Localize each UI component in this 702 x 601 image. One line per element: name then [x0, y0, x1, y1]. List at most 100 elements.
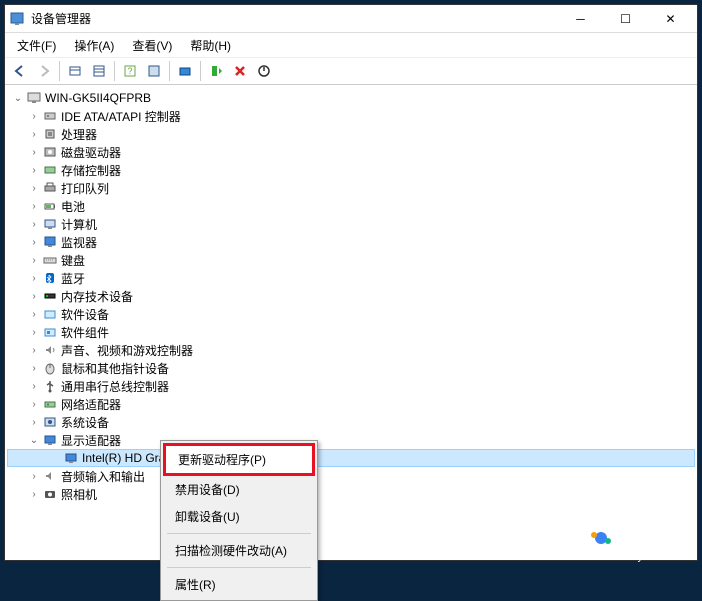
tree-child-item[interactable]: Intel(R) HD Graphics 520 [7, 449, 695, 467]
svg-text:?: ? [127, 66, 132, 76]
software-icon [41, 306, 59, 322]
expand-icon[interactable]: › [27, 291, 41, 302]
device-manager-window: 设备管理器 ─ ☐ ✕ 文件(F) 操作(A) 查看(V) 帮助(H) ? ⌄ [4, 4, 698, 561]
uninstall-button[interactable] [229, 60, 251, 82]
tree-item[interactable]: ⌄ 显示适配器 [7, 431, 695, 449]
tree-item[interactable]: ›IDE ATA/ATAPI 控制器 [7, 107, 695, 125]
expand-icon[interactable]: › [27, 345, 41, 356]
expand-icon[interactable]: ⌄ [11, 93, 25, 104]
tree-node-label: 软件组件 [61, 324, 109, 341]
network-icon [41, 396, 59, 412]
toolbar-separator [59, 61, 60, 81]
storage-icon [41, 162, 59, 178]
view-button[interactable] [88, 60, 110, 82]
tree-item[interactable]: ›声音、视频和游戏控制器 [7, 341, 695, 359]
tree-item[interactable]: › 网络适配器 [7, 395, 695, 413]
expand-icon[interactable]: › [27, 471, 41, 482]
computer-icon [25, 90, 43, 106]
tree-node-label: 计算机 [61, 216, 97, 233]
software-comp-icon [41, 324, 59, 340]
back-button[interactable] [9, 60, 31, 82]
tree-item[interactable]: › 计算机 [7, 215, 695, 233]
tree-item[interactable]: › 软件组件 [7, 323, 695, 341]
expand-icon[interactable]: › [27, 327, 41, 338]
expand-icon[interactable]: › [27, 147, 41, 158]
expand-icon[interactable]: › [27, 489, 41, 500]
memory-icon [41, 288, 59, 304]
tree-node-label: 音频输入和输出 [61, 468, 145, 485]
expand-icon[interactable]: › [27, 273, 41, 284]
tree-node-label: WIN-GK5II4QFPRB [45, 91, 151, 105]
expand-icon[interactable]: › [27, 165, 41, 176]
camera-icon [41, 486, 59, 502]
forward-button[interactable] [33, 60, 55, 82]
printer-icon [41, 180, 59, 196]
tree-item[interactable]: ›系统设备 [7, 413, 695, 431]
toolbar-separator [169, 61, 170, 81]
expand-icon[interactable]: › [27, 201, 41, 212]
minimize-button[interactable]: ─ [558, 6, 603, 32]
close-button[interactable]: ✕ [648, 6, 693, 32]
ctx-update-driver[interactable]: 更新驱动程序(P) [163, 443, 315, 476]
ctx-uninstall[interactable]: 卸载设备(U) [163, 503, 315, 530]
tree-node-label: 内存技术设备 [61, 288, 133, 305]
expand-icon[interactable]: › [27, 111, 41, 122]
expand-icon[interactable]: › [27, 309, 41, 320]
tree-item[interactable]: ›电池 [7, 197, 695, 215]
show-hidden-button[interactable] [64, 60, 86, 82]
tree-item[interactable]: › 通用串行总线控制器 [7, 377, 695, 395]
tree-item[interactable]: ›处理器 [7, 125, 695, 143]
menu-help[interactable]: 帮助(H) [184, 35, 237, 56]
menu-action[interactable]: 操作(A) [68, 35, 120, 56]
tree-item[interactable]: ›照相机 [7, 485, 695, 503]
tree-item[interactable]: ›鼠标和其他指针设备 [7, 359, 695, 377]
ctx-disable[interactable]: 禁用设备(D) [163, 476, 315, 503]
tree-item[interactable]: › 音频输入和输出 [7, 467, 695, 485]
expand-icon[interactable]: › [27, 183, 41, 194]
tree-item[interactable]: › 蓝牙 [7, 269, 695, 287]
maximize-button[interactable]: ☐ [603, 6, 648, 32]
tree-node-label: 显示适配器 [61, 432, 121, 449]
tree-item[interactable]: ›磁盘驱动器 [7, 143, 695, 161]
expand-icon[interactable]: › [27, 255, 41, 266]
display-card-icon [62, 450, 80, 466]
tree-item[interactable]: › 软件设备 [7, 305, 695, 323]
computer-icon [41, 216, 59, 232]
tree-node-label: 软件设备 [61, 306, 109, 323]
expand-icon[interactable]: › [27, 417, 41, 428]
help-button[interactable]: ? [119, 60, 141, 82]
expand-icon[interactable]: › [27, 381, 41, 392]
tree-item[interactable]: ›监视器 [7, 233, 695, 251]
tree-node-label: 键盘 [61, 252, 85, 269]
tree-item[interactable]: ›打印队列 [7, 179, 695, 197]
tree-node-label: 蓝牙 [61, 270, 85, 287]
properties-button[interactable] [143, 60, 165, 82]
tree-node-label: 网络适配器 [61, 396, 121, 413]
scan-button[interactable] [174, 60, 196, 82]
ctx-scan[interactable]: 扫描检测硬件改动(A) [163, 537, 315, 564]
menu-file[interactable]: 文件(F) [11, 35, 62, 56]
tree-item[interactable]: › 内存技术设备 [7, 287, 695, 305]
watermark-text: 纯净系统家园 [618, 529, 696, 548]
ctx-properties[interactable]: 属性(R) [163, 571, 315, 598]
monitor-icon [41, 234, 59, 250]
update-driver-button[interactable] [205, 60, 227, 82]
expand-icon[interactable]: › [27, 129, 41, 140]
toolbar-separator [114, 61, 115, 81]
expand-icon[interactable]: › [27, 363, 41, 374]
expand-icon[interactable]: › [27, 219, 41, 230]
device-tree[interactable]: ⌄ WIN-GK5II4QFPRB ›IDE ATA/ATAPI 控制器›处理器… [5, 85, 697, 558]
expand-icon[interactable]: › [27, 399, 41, 410]
tree-node-label: 通用串行总线控制器 [61, 378, 169, 395]
expand-icon[interactable]: ⌄ [27, 435, 41, 446]
audio-icon [41, 468, 59, 484]
cpu-icon [41, 126, 59, 142]
disable-button[interactable] [253, 60, 275, 82]
expand-icon[interactable]: › [27, 237, 41, 248]
tree-root[interactable]: ⌄ WIN-GK5II4QFPRB [7, 89, 695, 107]
tree-item[interactable]: › 键盘 [7, 251, 695, 269]
battery-icon [41, 198, 59, 214]
app-icon [9, 11, 25, 27]
tree-item[interactable]: ›存储控制器 [7, 161, 695, 179]
menu-view[interactable]: 查看(V) [126, 35, 178, 56]
